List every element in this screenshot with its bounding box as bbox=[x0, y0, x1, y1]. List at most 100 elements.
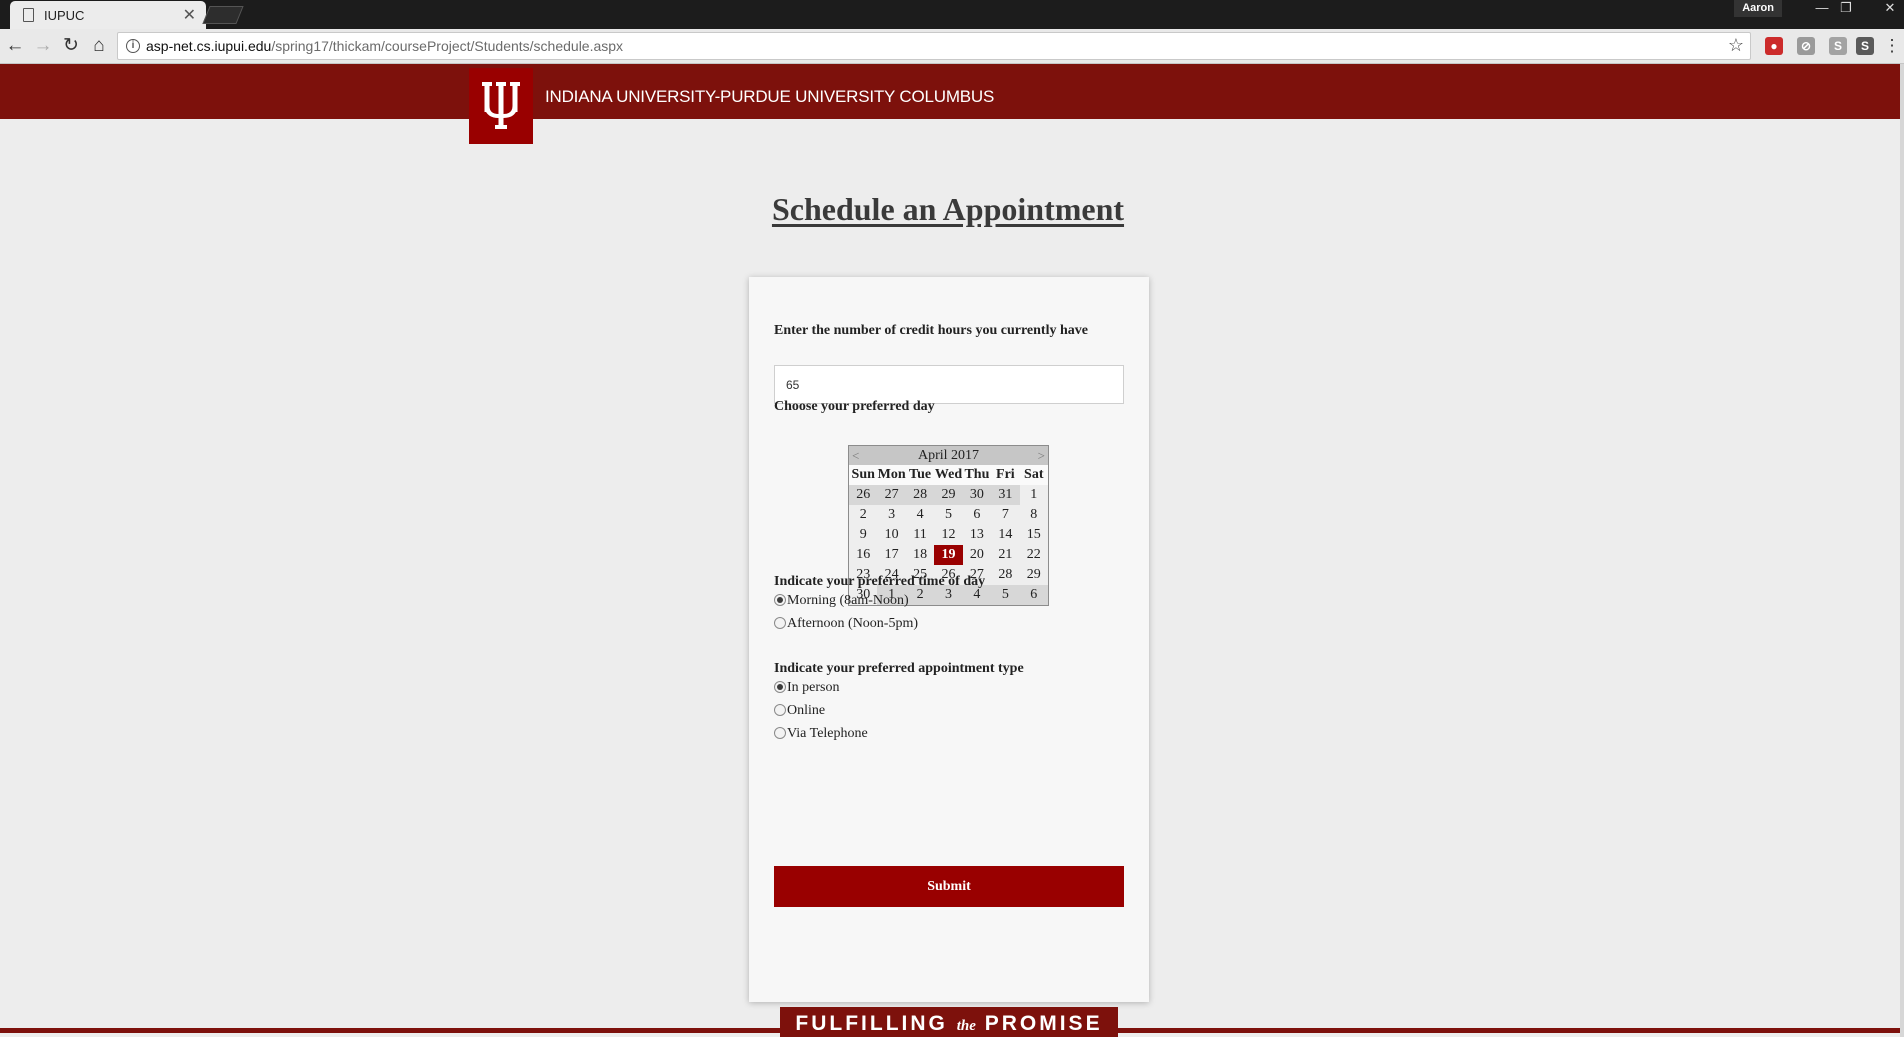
browser-toolbar: ← → ↻ ⌂ i asp-net.cs.iupui.edu/spring17/… bbox=[0, 29, 1904, 64]
calendar-day[interactable]: 5 bbox=[934, 505, 963, 525]
s-extension-icon[interactable]: S bbox=[1829, 37, 1847, 55]
calendar-day[interactable]: 22 bbox=[1019, 545, 1048, 565]
weekday-header: Sun bbox=[849, 465, 878, 485]
address-bar[interactable]: i asp-net.cs.iupui.edu/spring17/thickam/… bbox=[117, 32, 1751, 60]
appointment-type-option-label: In person bbox=[787, 680, 840, 695]
url-path: /spring17/thickam/courseProject/Students… bbox=[271, 38, 624, 54]
window-close-icon[interactable]: ✕ bbox=[1878, 0, 1902, 17]
tab-close-icon[interactable]: ✕ bbox=[183, 5, 196, 25]
reload-icon[interactable]: ↻ bbox=[59, 35, 83, 57]
calendar-day[interactable]: 28 bbox=[991, 565, 1020, 585]
forward-icon[interactable]: → bbox=[31, 35, 55, 57]
calendar-day[interactable]: 17 bbox=[877, 545, 906, 565]
time-of-day-option[interactable]: Afternoon (Noon-5pm) bbox=[774, 616, 918, 632]
calendar-day[interactable]: 6 bbox=[962, 505, 992, 525]
time-of-day-radio[interactable] bbox=[774, 616, 786, 629]
calendar-day[interactable]: 18 bbox=[905, 545, 935, 565]
calendar-day[interactable]: 30 bbox=[962, 485, 992, 505]
prev-month-link[interactable]: < bbox=[852, 446, 859, 465]
appointment-type-option-label: Via Telephone bbox=[787, 726, 868, 741]
calendar-day[interactable]: 16 bbox=[849, 545, 878, 565]
menu-icon[interactable]: ⋮ bbox=[1880, 35, 1904, 57]
new-tab-button[interactable] bbox=[202, 6, 244, 24]
minimize-icon[interactable]: — bbox=[1810, 0, 1834, 17]
browser-tab[interactable]: IUPUC ✕ bbox=[10, 1, 206, 29]
record-extension-icon[interactable]: ● bbox=[1765, 37, 1783, 55]
calendar-month-label: April 2017 bbox=[917, 448, 980, 463]
calendar-day[interactable]: 13 bbox=[962, 525, 992, 545]
calendar-day[interactable]: 28 bbox=[905, 485, 935, 505]
s2-extension-icon[interactable]: S bbox=[1856, 37, 1874, 55]
calendar-day[interactable]: 11 bbox=[905, 525, 935, 545]
appointment-type-option-label: Online bbox=[787, 703, 826, 718]
appointment-type-option[interactable]: Online bbox=[774, 703, 825, 719]
calendar-day[interactable]: 2 bbox=[849, 505, 878, 525]
profile-button[interactable]: Aaron bbox=[1734, 0, 1782, 17]
maximize-icon[interactable]: ❐ bbox=[1834, 0, 1858, 17]
iu-logo[interactable] bbox=[469, 68, 533, 144]
preferred-day-label: Choose your preferred day bbox=[774, 399, 935, 414]
calendar-day[interactable]: 8 bbox=[1019, 505, 1048, 525]
calendar-day[interactable]: 3 bbox=[877, 505, 906, 525]
calendar-day[interactable]: 4 bbox=[905, 505, 935, 525]
appointment-type-option[interactable]: In person bbox=[774, 680, 840, 696]
time-of-day-option-label: Morning (8am-Noon) bbox=[787, 593, 909, 608]
calendar-day-selected[interactable]: 19 bbox=[934, 545, 963, 565]
page-viewport: INDIANA UNIVERSITY-PURDUE UNIVERSITY COL… bbox=[0, 64, 1904, 1037]
weekday-header: Sat bbox=[1019, 465, 1048, 485]
calendar-day[interactable]: 20 bbox=[962, 545, 992, 565]
submit-button[interactable]: Submit bbox=[774, 866, 1124, 907]
time-of-day-option-label: Afternoon (Noon-5pm) bbox=[787, 616, 919, 631]
trident-icon bbox=[482, 82, 520, 129]
calendar-day[interactable]: 15 bbox=[1019, 525, 1048, 545]
calendar-day[interactable]: 1 bbox=[1019, 485, 1048, 505]
calendar-day[interactable]: 9 bbox=[849, 525, 878, 545]
url-text: asp-net.cs.iupui.edu/spring17/thickam/co… bbox=[146, 38, 623, 54]
browser-tabstrip: IUPUC ✕ Aaron — ❐ ✕ bbox=[0, 0, 1904, 29]
home-icon[interactable]: ⌂ bbox=[87, 35, 111, 57]
block-extension-icon[interactable]: ⊘ bbox=[1797, 37, 1815, 55]
calendar-day[interactable]: 5 bbox=[991, 585, 1020, 605]
credit-hours-label: Enter the number of credit hours you cur… bbox=[774, 323, 1088, 338]
info-icon[interactable]: i bbox=[126, 39, 140, 53]
appointment-type-label: Indicate your preferred appointment type bbox=[774, 661, 1024, 676]
university-name: INDIANA UNIVERSITY-PURDUE UNIVERSITY COL… bbox=[545, 87, 995, 106]
weekday-header: Tue bbox=[905, 465, 935, 485]
footer-slogan: FULFILLING the PROMISE bbox=[780, 1007, 1118, 1037]
back-icon[interactable]: ← bbox=[3, 35, 27, 57]
calendar-day[interactable]: 10 bbox=[877, 525, 906, 545]
weekday-header: Thu bbox=[962, 465, 992, 485]
calendar-day[interactable]: 29 bbox=[1019, 565, 1048, 585]
footer-slogan-start: FULFILLING bbox=[795, 1012, 957, 1035]
next-month-link[interactable]: > bbox=[1038, 446, 1045, 465]
time-of-day-option[interactable]: Morning (8am-Noon) bbox=[774, 593, 909, 609]
time-of-day-label: Indicate your preferred time of day bbox=[774, 574, 986, 589]
appointment-type-radio[interactable] bbox=[774, 726, 786, 739]
page-title: Schedule an Appointment bbox=[771, 191, 1125, 227]
tab-title: IUPUC bbox=[44, 7, 85, 23]
calendar-day[interactable]: 6 bbox=[1019, 585, 1048, 605]
calendar-day[interactable]: 14 bbox=[991, 525, 1020, 545]
url-domain: asp-net.cs.iupui.edu bbox=[146, 38, 272, 54]
appointment-type-option[interactable]: Via Telephone bbox=[774, 726, 868, 742]
weekday-header: Fri bbox=[991, 465, 1020, 485]
calendar-day[interactable]: 26 bbox=[849, 485, 878, 505]
calendar-day[interactable]: 31 bbox=[991, 485, 1020, 505]
calendar-day[interactable]: 21 bbox=[991, 545, 1020, 565]
calendar-day[interactable]: 29 bbox=[934, 485, 963, 505]
calendar-day[interactable]: 12 bbox=[934, 525, 963, 545]
calendar-header: < April 2017 > bbox=[849, 446, 1048, 465]
appointment-form: Enter the number of credit hours you cur… bbox=[749, 277, 1149, 1002]
calendar-day[interactable]: 27 bbox=[877, 485, 906, 505]
calendar-day[interactable]: 7 bbox=[991, 505, 1020, 525]
appointment-type-radio[interactable] bbox=[774, 703, 786, 716]
bookmark-star-icon[interactable]: ☆ bbox=[1728, 35, 1744, 56]
footer-slogan-end: PROMISE bbox=[975, 1012, 1103, 1035]
weekday-header: Wed bbox=[934, 465, 963, 485]
footer-slogan-the: the bbox=[956, 1018, 976, 1034]
weekday-header: Mon bbox=[877, 465, 906, 485]
appointment-type-radio[interactable] bbox=[774, 680, 786, 693]
page-icon bbox=[23, 8, 34, 22]
scrollbar[interactable] bbox=[1900, 64, 1904, 1037]
time-of-day-radio[interactable] bbox=[774, 593, 786, 606]
